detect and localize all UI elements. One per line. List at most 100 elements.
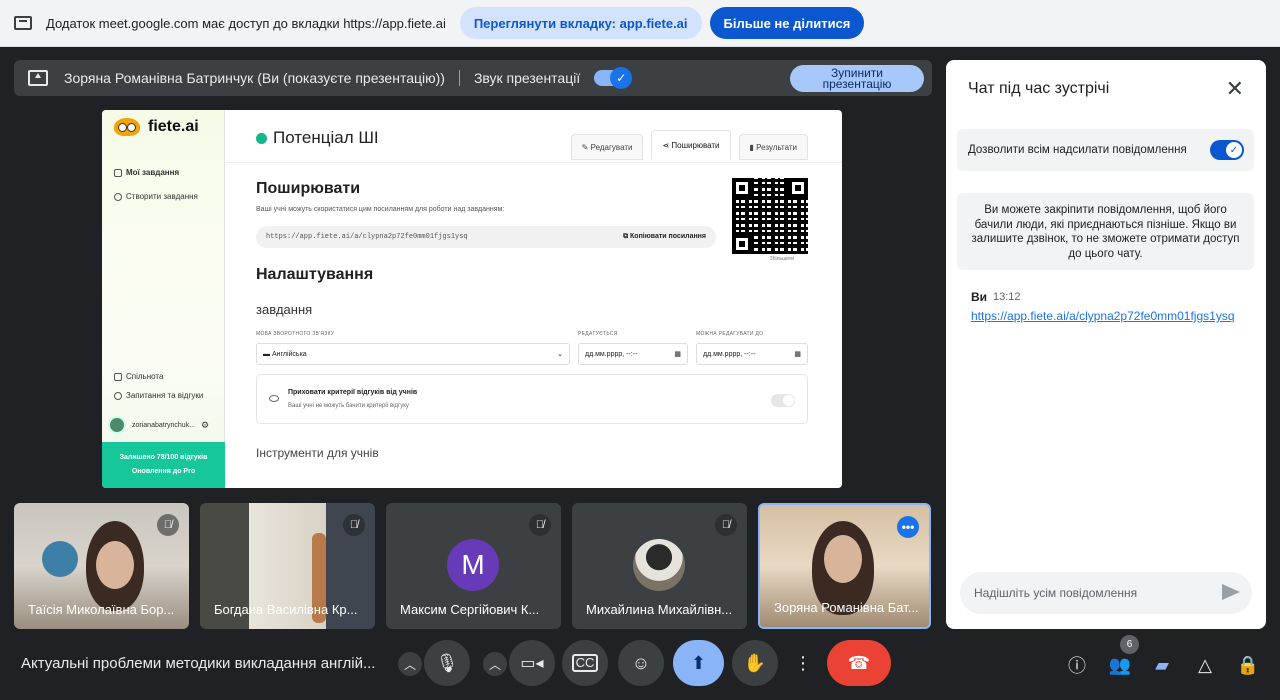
more-options-icon[interactable]: ••• (897, 516, 919, 538)
screen-share-notice-bar: Додаток meet.google.com має доступ до вк… (0, 0, 1280, 47)
chat-input[interactable]: Надішліть усім повідомлення (960, 572, 1252, 614)
host-controls-icon[interactable]: 🔒 (1236, 653, 1260, 677)
editable-date-input: дд.мм.рррр, --:-- ▦ (578, 343, 688, 365)
participant-tile-self[interactable]: ••• Зоряна Романівна Бат... (758, 503, 931, 629)
camera-icon: ▭◂ (520, 655, 544, 672)
info-icon[interactable]: ⓘ (1065, 653, 1089, 677)
qr-code (732, 178, 808, 254)
divider (226, 162, 842, 163)
avatar (108, 416, 126, 434)
view-tab-button[interactable]: Переглянути вкладку: app.fiete.ai (459, 7, 702, 39)
nav-community: Спільнота (114, 372, 163, 381)
calendar-icon: ▦ (674, 351, 681, 358)
participant-name: Максим Сергійович К... (400, 602, 540, 617)
presentation-audio-toggle[interactable]: ✓ (594, 67, 633, 89)
stop-presenting-button[interactable]: Зупинити презентацію (790, 65, 924, 92)
microphone-icon: 🎙 (435, 652, 459, 673)
participant-face (96, 541, 134, 589)
chat-title: Чат під час зустрічі (968, 80, 1110, 97)
screen-share-icon (14, 16, 32, 30)
mic-off-icon: 🎙̸ (157, 514, 179, 536)
presenter-label: Зоряна Романівна Батринчук (Ви (показуєт… (64, 70, 445, 86)
message-author: Ви (971, 290, 988, 304)
editable-until-date-input: дд.мм.рррр, --:-- ▦ (696, 343, 808, 365)
camera-button[interactable]: ▭◂ (509, 640, 555, 686)
community-icon (114, 372, 122, 381)
participant-tile[interactable]: 🎙̸ Михайлина Михайлівн... (572, 503, 747, 629)
nav-my-tasks: Мої завдання (114, 168, 179, 177)
app-main: Потенціал ШІ ✎ Редагувати ⋖ Поширювати ▮… (226, 110, 842, 488)
quota-banner: Залишено 78/100 відгуків Оновлення до Pr… (102, 442, 225, 488)
participant-tile[interactable]: M 🎙̸ Максим Сергійович К... (386, 503, 561, 629)
owl-logo-icon (114, 118, 140, 136)
people-count-badge: 6 (1120, 635, 1139, 654)
hide-criteria-toggle (771, 394, 795, 407)
message-link[interactable]: https://app.fiete.ai/a/clypna2p72fe0mm01… (971, 309, 1235, 323)
close-icon[interactable]: ✕ (1226, 76, 1244, 102)
hand-icon: ✋ (743, 652, 767, 673)
hide-criteria-title: Приховати критерії відгуків від учнів (288, 389, 418, 396)
audio-options-button[interactable]: ︿ (398, 652, 422, 676)
lightbulb-icon (114, 391, 122, 400)
present-button[interactable]: ⬆ (673, 640, 724, 686)
eye-off-icon (269, 395, 279, 402)
send-icon[interactable] (1222, 584, 1240, 600)
globe-decoration (42, 541, 78, 577)
logo-text: fiete.ai (148, 118, 199, 135)
gear-icon: ⚙ (201, 419, 210, 430)
divider (458, 70, 460, 86)
message-time: 13:12 (993, 291, 1021, 303)
task-heading: завдання (256, 302, 313, 317)
people-icon[interactable]: 👥 (1108, 653, 1132, 677)
participant-name: Зоряна Романівна Бат... (774, 600, 919, 615)
present-screen-icon (28, 70, 48, 86)
app-tabs: ✎ Редагувати ⋖ Поширювати ▮ Результати (563, 130, 808, 160)
presentation-audio-label: Звук презентації (473, 70, 581, 86)
presenting-bar: Зоряна Романівна Батринчук (Ви (показуєт… (14, 60, 932, 96)
mic-off-icon: 🎙̸ (715, 514, 737, 536)
allow-messages-toggle[interactable] (1210, 140, 1244, 160)
status-dot-icon (256, 132, 267, 144)
nav-feedback: Запитання та відгуки (114, 391, 203, 400)
reactions-button[interactable]: ☺ (618, 640, 664, 686)
mic-off-icon: 🎙̸ (343, 514, 365, 536)
user-profile: zorianabatrynchuk... ⚙ (108, 416, 209, 434)
tab-edit: ✎ Редагувати (570, 134, 644, 160)
leave-call-button[interactable]: ☎ (827, 640, 891, 686)
participant-name: Таїсія Миколаївна Бор... (28, 602, 175, 617)
stop-sharing-button[interactable]: Більше не ділитися (709, 7, 865, 39)
student-tools-heading: Інструменти для учнів (256, 446, 379, 460)
allow-messages-label: Дозволити всім надсилати повідомлення (968, 144, 1187, 156)
app-sidebar: fiete.ai Мої завдання Створити завдання … (102, 110, 225, 488)
participant-tile[interactable]: 🎙̸ Таїсія Миколаївна Бор... (14, 503, 189, 629)
microphone-button[interactable]: 🎙 (424, 640, 470, 686)
participant-name: Богдана Василівна Кр... (214, 602, 358, 617)
mic-off-icon: 🎙̸ (529, 514, 551, 536)
allow-messages-row: Дозволити всім надсилати повідомлення (957, 129, 1254, 171)
fiete-logo: fiete.ai (114, 118, 199, 136)
avatar: M (447, 539, 499, 591)
editable-until-label: МОЖНА РЕДАГУВАТИ ДО (696, 331, 764, 337)
captions-button[interactable]: CC (562, 640, 608, 686)
home-icon (114, 168, 122, 177)
raise-hand-button[interactable]: ✋ (732, 640, 778, 686)
share-notice-text: Додаток meet.google.com має доступ до вк… (46, 15, 446, 31)
page-title: Потенціал ШІ (256, 128, 379, 148)
chat-icon[interactable]: ▰ (1150, 653, 1174, 677)
hide-criteria-description: Ваші учні не можуть бачити критерії відг… (288, 403, 409, 409)
share-heading: Поширювати (256, 180, 361, 197)
hangup-icon: ☎ (847, 652, 871, 673)
participant-name: Михайлина Михайлівн... (586, 602, 733, 617)
participant-tile[interactable]: 🎙̸ Богдана Василівна Кр... (200, 503, 375, 629)
tab-share: ⋖ Поширювати (651, 130, 731, 160)
emoji-icon: ☺ (631, 652, 651, 673)
participant-face (824, 535, 862, 583)
meeting-title: Актуальні проблеми методики викладання а… (21, 655, 376, 672)
share-url: https://app.fiete.ai/a/clypna2p72fe0mm01… (266, 233, 468, 241)
video-options-button[interactable]: ︿ (483, 652, 507, 676)
share-description: Ваші учні можуть скористатися цим посила… (256, 206, 505, 213)
activities-icon[interactable]: △ (1193, 653, 1217, 677)
plus-circle-icon (114, 192, 122, 201)
more-options-button[interactable]: ⋮ (786, 640, 820, 686)
chat-input-placeholder: Надішліть усім повідомлення (974, 586, 1138, 600)
